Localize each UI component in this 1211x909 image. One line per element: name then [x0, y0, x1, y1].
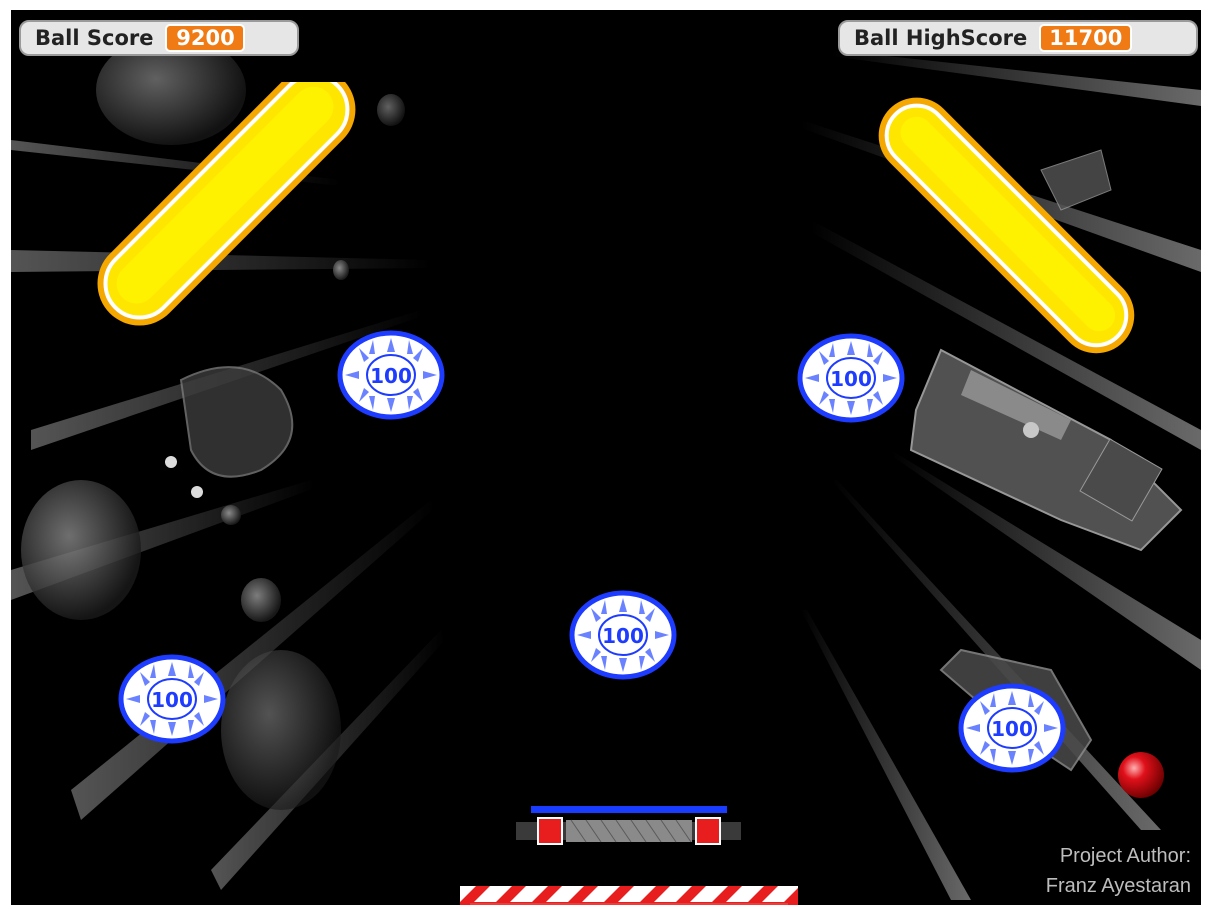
bumper-center: 100 [569, 590, 677, 680]
paddle[interactable] [516, 806, 741, 848]
bumper-value: 100 [602, 624, 644, 648]
highscore-label: Ball HighScore [854, 26, 1028, 50]
highscore-value: 11700 [1039, 24, 1133, 52]
bumper-right-upper: 100 [797, 333, 905, 423]
launcher-bar [460, 886, 798, 905]
highscore-monitor: Ball HighScore 11700 [838, 20, 1198, 56]
bumper-value: 100 [991, 717, 1033, 741]
bumper-value: 100 [151, 688, 193, 712]
bumper-left-lower: 100 [118, 654, 226, 744]
score-value: 9200 [165, 24, 246, 52]
bumper-right-lower: 100 [958, 683, 1066, 773]
project-credits: Project Author: Franz Ayestaran [1046, 841, 1191, 901]
game-stage[interactable]: Ball Score 9200 Ball HighScore 11700 100… [11, 10, 1201, 905]
bumper-value: 100 [370, 364, 412, 388]
score-label: Ball Score [35, 26, 154, 50]
bumper-left-upper: 100 [337, 330, 445, 420]
pinball-ball [1117, 751, 1165, 799]
left-flipper[interactable] [86, 82, 356, 342]
credits-line-2: Franz Ayestaran [1045, 875, 1191, 897]
right-flipper[interactable] [871, 90, 1141, 355]
credits-line-1: Project Author: [1059, 845, 1191, 867]
bumper-value: 100 [830, 367, 872, 391]
score-monitor: Ball Score 9200 [19, 20, 299, 56]
